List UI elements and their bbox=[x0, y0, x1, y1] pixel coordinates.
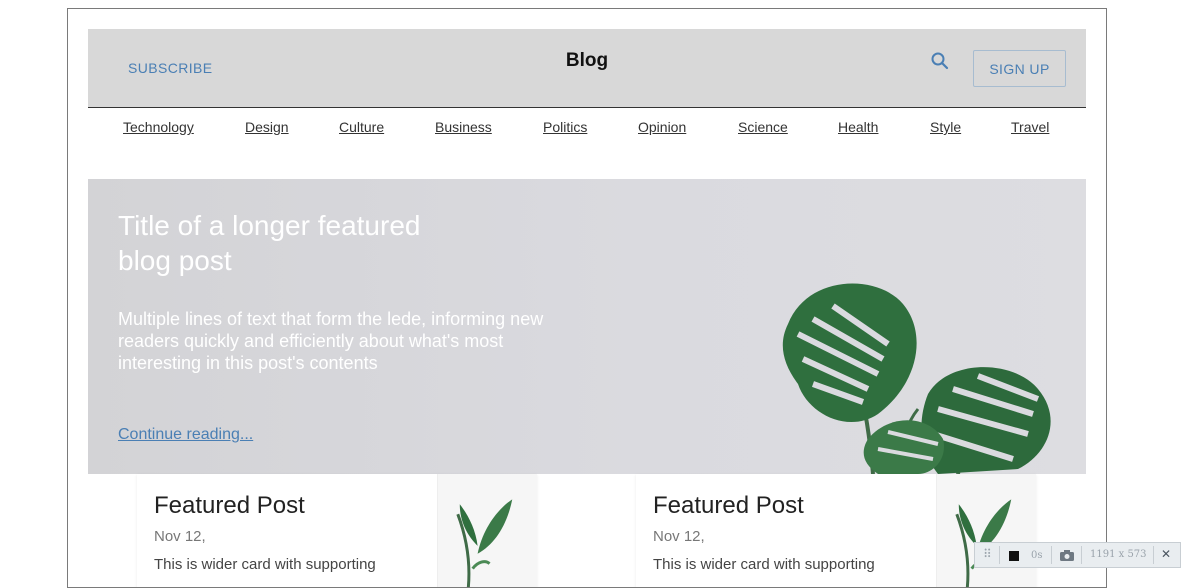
drag-handle-icon[interactable]: ⠿ bbox=[983, 547, 992, 561]
page-frame: SUBSCRIBE Blog SIGN UP Technology Design… bbox=[67, 8, 1107, 588]
hero-lede: Multiple lines of text that form the led… bbox=[118, 309, 544, 373]
nav-item-culture[interactable]: Culture bbox=[339, 119, 384, 135]
hero-title: Title of a longer featured blog post bbox=[118, 210, 421, 276]
nav-item-technology[interactable]: Technology bbox=[123, 119, 194, 135]
nav-item-style[interactable]: Style bbox=[930, 119, 961, 135]
nav-item-design[interactable]: Design bbox=[245, 119, 289, 135]
close-icon[interactable]: ✕ bbox=[1161, 547, 1171, 561]
screenshot-toolbar: ⠿ 0s 1191 x 573 ✕ bbox=[974, 542, 1181, 568]
category-nav: Technology Design Culture Business Polit… bbox=[88, 119, 1086, 141]
card-date: Nov 12, bbox=[653, 528, 705, 545]
search-icon[interactable] bbox=[930, 51, 950, 71]
card-date: Nov 12, bbox=[154, 528, 206, 545]
featured-card[interactable]: Featured Post Nov 12, This is wider card… bbox=[636, 474, 1036, 587]
card-text: This is wider card with supporting bbox=[154, 556, 376, 573]
monstera-plant-image bbox=[782, 283, 1051, 474]
camera-icon[interactable] bbox=[1059, 549, 1075, 562]
featured-hero: Title of a longer featured blog post Mul… bbox=[88, 179, 1086, 474]
card-plant-image bbox=[936, 474, 1036, 587]
sign-up-button[interactable]: SIGN UP bbox=[973, 50, 1066, 87]
card-text: This is wider card with supporting bbox=[653, 556, 875, 573]
nav-item-politics[interactable]: Politics bbox=[543, 119, 587, 135]
nav-item-travel[interactable]: Travel bbox=[1011, 119, 1049, 135]
card-title: Featured Post bbox=[154, 492, 305, 519]
featured-card[interactable]: Featured Post Nov 12, This is wider card… bbox=[137, 474, 537, 587]
dimensions-label: 1191 x 573 bbox=[1090, 549, 1147, 560]
site-header: SUBSCRIBE Blog SIGN UP bbox=[88, 29, 1086, 108]
record-stop-icon[interactable] bbox=[1009, 551, 1019, 561]
nav-item-opinion[interactable]: Opinion bbox=[638, 119, 686, 135]
nav-item-health[interactable]: Health bbox=[838, 119, 878, 135]
nav-item-business[interactable]: Business bbox=[435, 119, 492, 135]
continue-reading-link[interactable]: Continue reading... bbox=[118, 426, 253, 444]
timer-label: 0s bbox=[1031, 550, 1043, 561]
card-title: Featured Post bbox=[653, 492, 804, 519]
nav-item-science[interactable]: Science bbox=[738, 119, 788, 135]
card-plant-image bbox=[437, 474, 537, 587]
